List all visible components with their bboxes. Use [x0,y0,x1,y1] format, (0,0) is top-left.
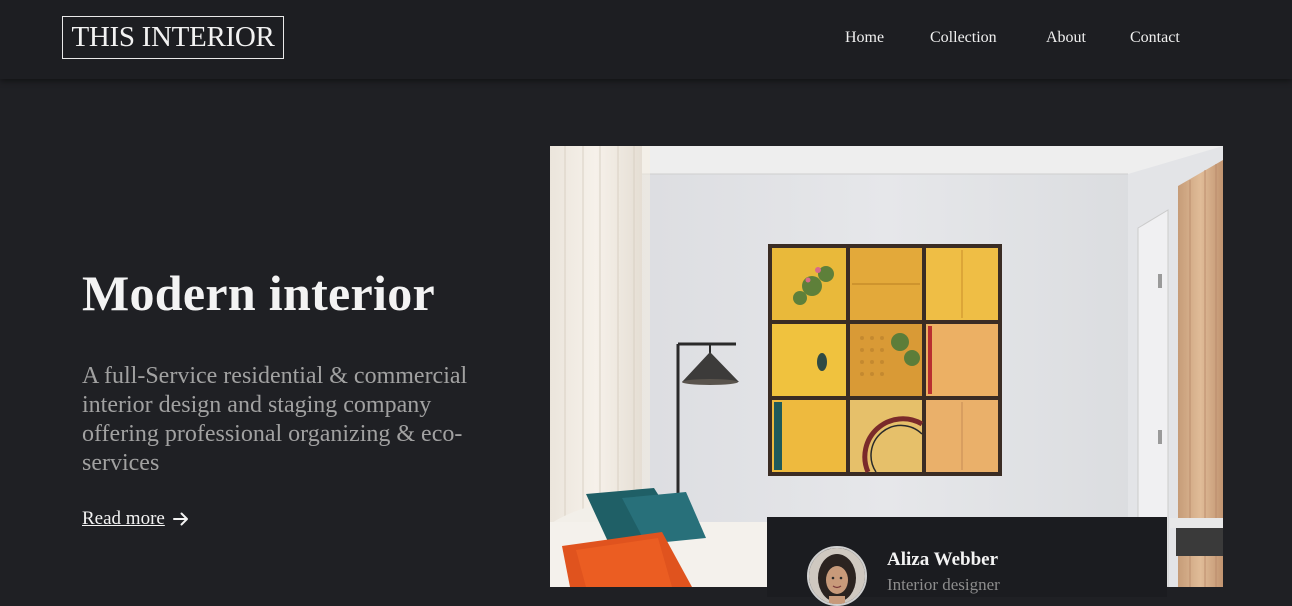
nav-link-about[interactable]: About [1046,27,1086,49]
nav-link-home[interactable]: Home [845,27,884,49]
read-more-label: Read more [82,508,165,529]
arrow-right-icon [172,512,188,526]
site-logo[interactable]: THIS INTERIOR [62,16,284,59]
designer-role: Interior designer [887,575,1000,594]
hero-description: A full-Service residential & commercial … [82,363,468,476]
read-more-link[interactable]: Read more [82,507,189,531]
site-header: THIS INTERIOR Home Collection About Cont… [0,0,1292,79]
nav-link-collection[interactable]: Collection [930,27,997,49]
designer-name: Aliza Webber [887,549,999,570]
designer-card: Aliza Webber Interior designer [767,517,1167,606]
hero-title: Modern interior [82,265,436,321]
nav-link-contact[interactable]: Contact [1130,27,1180,49]
designer-avatar [807,546,867,606]
